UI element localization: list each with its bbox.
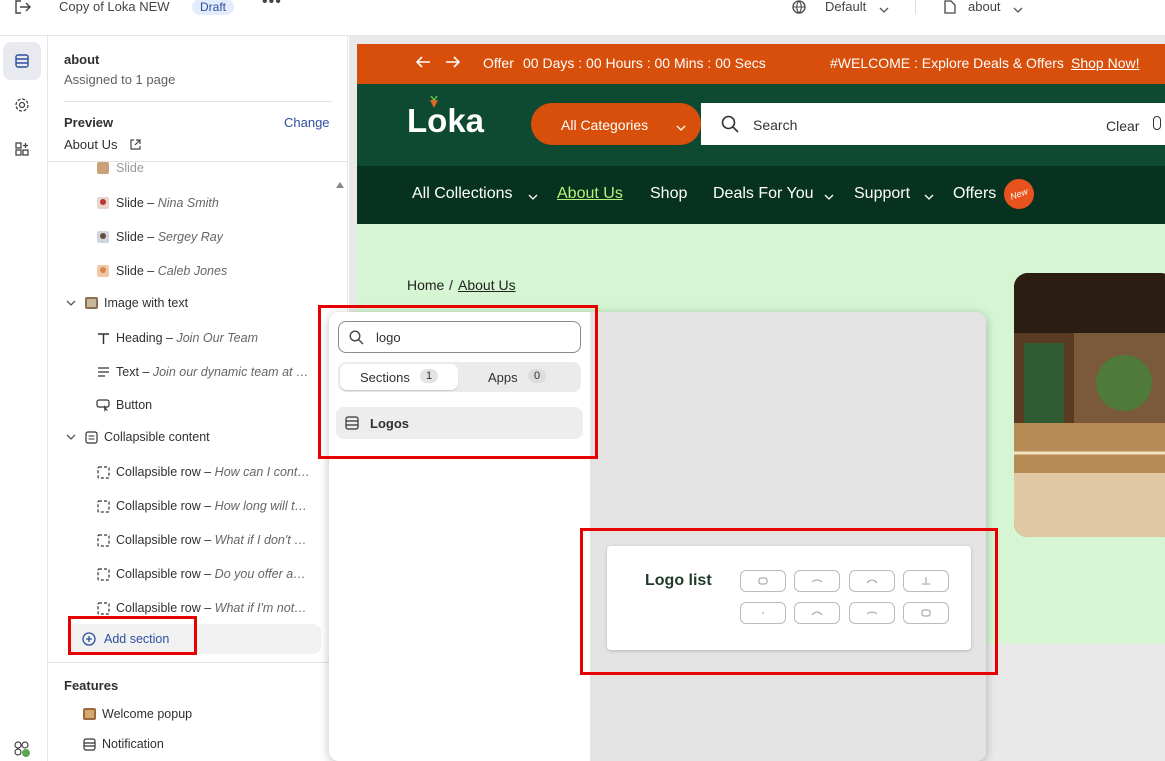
more-icon[interactable]: ••• [262, 0, 282, 10]
chevron-down-icon[interactable] [924, 188, 934, 206]
store-nav: All Collections About Us Shop Deals For … [357, 166, 1165, 224]
tree-item-image-with-text[interactable]: Image with text [64, 287, 346, 319]
theme-title: Copy of Loka NEW [59, 0, 170, 14]
store-search-bar[interactable]: Search Clear [701, 103, 1165, 145]
image-icon [82, 707, 96, 721]
theme-select[interactable]: Default [825, 0, 866, 14]
tree-item-slide-1[interactable]: Slide – Nina Smith [96, 187, 348, 219]
tree-item-collapsible-row-3[interactable]: Collapsible row – What if I don't … [96, 524, 348, 556]
store-header: Loka All Categories Search Clear [357, 84, 1165, 166]
nav-shop[interactable]: Shop [650, 185, 687, 203]
tree-item-button[interactable]: Button [96, 389, 348, 421]
app-store-icon[interactable] [3, 730, 41, 761]
tree-item-text[interactable]: Text – Join our dynamic team at … [96, 356, 348, 388]
globe-icon [792, 0, 806, 17]
tree-item-collapsible-row-2[interactable]: Collapsible row – How long will t… [96, 490, 348, 522]
tree-item-collapsible-row-1[interactable]: Collapsible row – How can I cont… [96, 456, 348, 488]
breadcrumb-separator: / [449, 277, 453, 293]
mic-icon[interactable] [1153, 116, 1161, 130]
chevron-down-icon[interactable] [528, 188, 538, 206]
row-icon [96, 465, 110, 479]
chevron-down-icon[interactable] [64, 430, 78, 444]
top-bar: Copy of Loka NEW Draft ••• Default about [0, 0, 1165, 36]
page-icon [944, 0, 956, 17]
arrow-right-icon[interactable] [445, 55, 461, 72]
divider [48, 662, 330, 663]
search-icon [721, 115, 739, 136]
nav-about-us[interactable]: About Us [557, 185, 623, 203]
external-link-icon[interactable] [130, 138, 141, 153]
section-tree: Slide Slide – Nina Smith Slide – Sergey … [48, 162, 348, 662]
countdown: 00 Days : 00 Hours : 00 Mins : 00 Secs [523, 55, 766, 71]
avatar-icon [96, 196, 110, 210]
section-icon [82, 737, 96, 751]
avatar-icon [96, 230, 110, 244]
tree-item-slide-3[interactable]: Slide – Caleb Jones [96, 255, 348, 287]
offer-label: Offer [483, 55, 514, 71]
divider [64, 101, 332, 102]
template-name: about [64, 52, 100, 67]
change-preview-link[interactable]: Change [284, 115, 330, 130]
shop-now-link[interactable]: Shop Now! [1071, 55, 1139, 71]
settings-icon[interactable] [3, 86, 41, 124]
sections-panel: about Assigned to 1 page Preview Change … [48, 36, 348, 761]
preview-label: Preview [64, 115, 114, 130]
carrot-icon [427, 95, 441, 111]
template-assignment: Assigned to 1 page [64, 72, 176, 87]
all-categories-label: All Categories [561, 117, 649, 133]
tree-item-collapsible-row-4[interactable]: Collapsible row – Do you offer a… [96, 558, 348, 590]
chevron-down-icon [676, 120, 686, 135]
highlight-box [68, 616, 197, 655]
text-icon [96, 365, 110, 379]
all-categories-dropdown[interactable]: All Categories [531, 103, 701, 145]
avatar-icon [96, 264, 110, 278]
avatar-icon [96, 162, 110, 175]
preview-page: About Us [64, 137, 118, 152]
chevron-down-icon[interactable] [824, 188, 834, 206]
tree-item-heading[interactable]: Heading – Join Our Team [96, 322, 348, 354]
features-title: Features [64, 678, 119, 693]
row-icon [96, 533, 110, 547]
sections-icon[interactable] [3, 42, 41, 80]
breadcrumb-current[interactable]: About Us [458, 277, 516, 293]
icon-rail [0, 36, 48, 761]
status-badge: Draft [192, 0, 235, 15]
tree-item-slide-2[interactable]: Slide – Sergey Ray [96, 221, 348, 253]
nav-deals[interactable]: Deals For You [713, 185, 814, 203]
image-icon [84, 296, 98, 310]
clear-button[interactable]: Clear [1106, 118, 1139, 134]
row-icon [96, 601, 110, 615]
store-logo[interactable]: Loka [407, 102, 484, 140]
divider [915, 0, 916, 14]
store-search-placeholder: Search [753, 117, 798, 133]
nav-support[interactable]: Support [854, 185, 910, 203]
feature-notification[interactable]: Notification [82, 728, 364, 760]
welcome-text: #WELCOME : Explore Deals & Offers [830, 55, 1064, 71]
nav-offers[interactable]: Offers [953, 185, 996, 203]
new-badge: New [999, 174, 1039, 214]
heading-icon [96, 331, 110, 345]
breadcrumb-home[interactable]: Home [407, 277, 444, 293]
button-icon [96, 398, 110, 412]
chevron-down-icon[interactable] [879, 2, 889, 17]
row-icon [96, 567, 110, 581]
collapsible-icon [84, 430, 98, 444]
tree-item-collapsible-content[interactable]: Collapsible content [64, 421, 346, 453]
apps-icon[interactable] [3, 130, 41, 168]
exit-icon[interactable] [14, 0, 32, 17]
highlight-box [318, 305, 598, 459]
arrow-left-icon[interactable] [415, 55, 431, 72]
chevron-down-icon[interactable] [1013, 2, 1023, 17]
page-select[interactable]: about [968, 0, 1001, 14]
nav-all-collections[interactable]: All Collections [412, 185, 512, 203]
chevron-down-icon[interactable] [64, 296, 78, 310]
highlight-box [580, 528, 998, 675]
row-icon [96, 499, 110, 513]
feature-welcome-popup[interactable]: Welcome popup [82, 698, 364, 730]
tree-item-partial[interactable]: Slide [96, 162, 348, 184]
store-interior-image [1014, 273, 1165, 537]
announcement-bar: Offer 00 Days : 00 Hours : 00 Mins : 00 … [357, 44, 1165, 84]
